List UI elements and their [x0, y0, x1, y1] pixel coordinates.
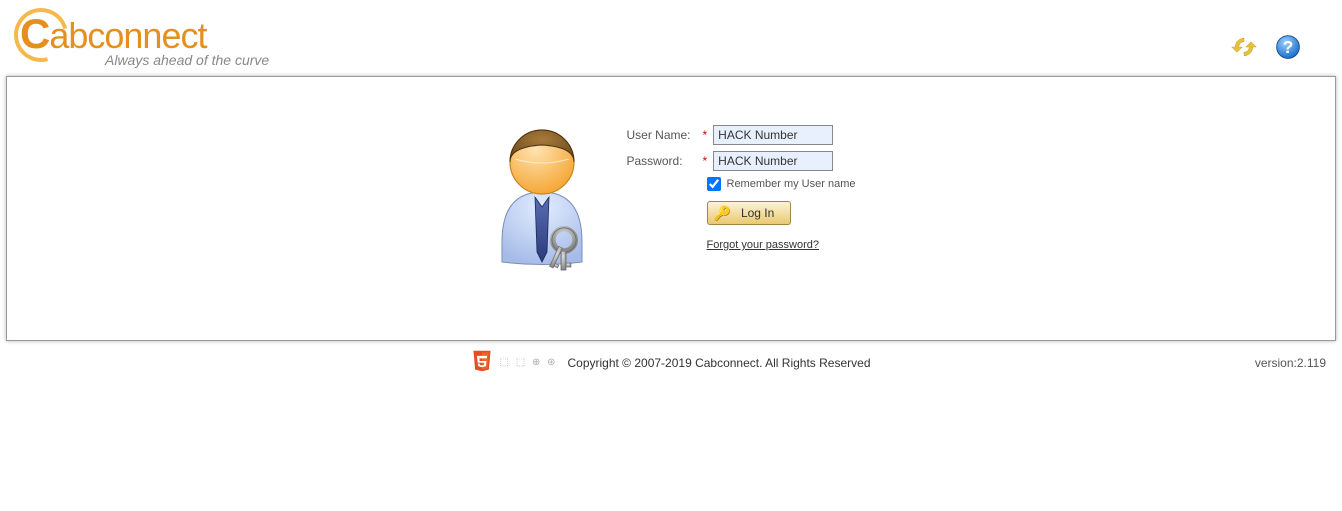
remember-checkbox[interactable]: [707, 177, 721, 191]
avatar-image: [487, 117, 607, 285]
username-label: User Name:: [627, 128, 697, 142]
required-marker: *: [703, 154, 708, 168]
svg-text:?: ?: [1283, 37, 1294, 57]
refresh-icon[interactable]: [1230, 33, 1258, 64]
login-button-label: Log In: [741, 206, 774, 220]
required-marker: *: [703, 128, 708, 142]
logo-text: Cabconnect: [20, 10, 269, 58]
remember-label: Remember my User name: [727, 178, 856, 190]
forgot-password-link[interactable]: Forgot your password?: [707, 239, 820, 251]
version-text: version:2.119: [1255, 356, 1326, 370]
tagline: Always ahead of the curve: [105, 52, 269, 68]
logo-name-rest: abconnect: [49, 15, 206, 56]
login-panel: User Name: * Password: * Remember my Use…: [6, 76, 1336, 341]
login-button[interactable]: 🔑 Log In: [707, 201, 792, 225]
help-icon[interactable]: ?: [1274, 33, 1302, 64]
copyright-text: Copyright © 2007-2019 Cabconnect. All Ri…: [567, 356, 870, 370]
html5-icon: [471, 349, 493, 376]
username-input[interactable]: [713, 125, 833, 145]
key-icon: 🔑: [714, 205, 731, 222]
browser-icons: ⬚ ⬚ ⊕ ⊛: [499, 357, 557, 368]
logo: Cabconnect Always ahead of the curve: [20, 10, 269, 68]
password-input[interactable]: [713, 151, 833, 171]
password-label: Password:: [627, 154, 697, 168]
